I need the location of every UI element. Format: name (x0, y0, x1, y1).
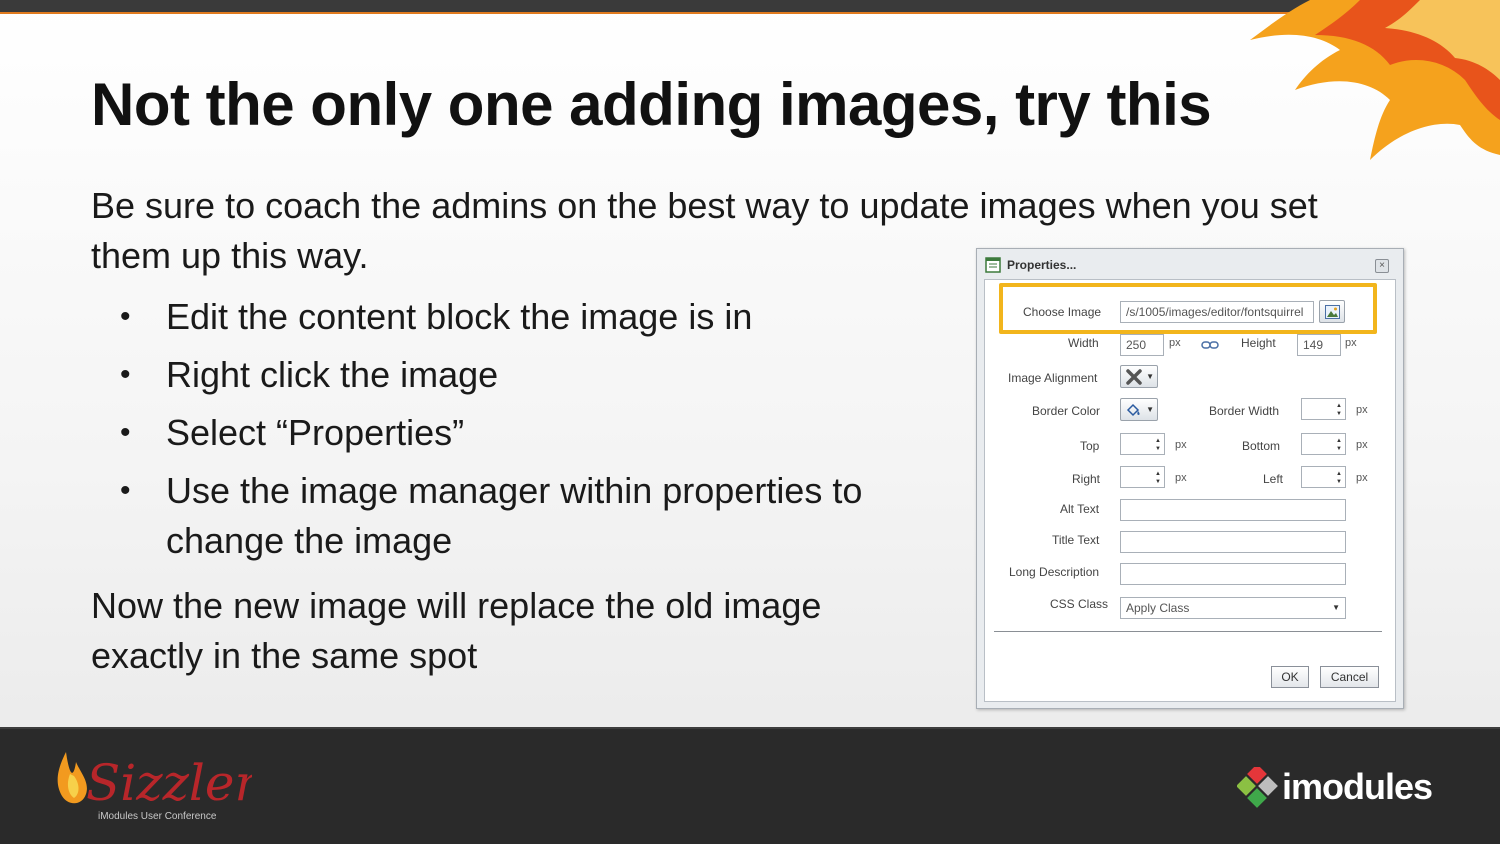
chevron-down-icon: ▼ (1146, 405, 1154, 414)
spinner-down-icon[interactable]: ▼ (1155, 479, 1161, 485)
image-alignment-picker[interactable]: ▼ (1120, 365, 1158, 388)
border-color-label: Border Color (1032, 404, 1101, 418)
width-unit: px (1169, 337, 1181, 349)
height-label: Height (1241, 336, 1276, 350)
close-icon[interactable]: × (1375, 259, 1389, 273)
right-label: Right (1072, 472, 1101, 486)
slide-title: Not the only one adding images, try this (91, 71, 1212, 138)
bullet-text: Edit the content block the image is in (166, 296, 753, 337)
spinner-down-icon[interactable]: ▼ (1336, 479, 1342, 485)
flame-decoration-icon (1250, 0, 1500, 160)
bullet-item: • Use the image manager within properties… (120, 466, 920, 566)
spinner-up-icon[interactable]: ▲ (1336, 471, 1342, 477)
height-unit: px (1345, 337, 1357, 349)
css-class-value: Apply Class (1126, 601, 1190, 615)
dialog-separator (994, 631, 1382, 632)
alt-text-label: Alt Text (1060, 502, 1100, 516)
left-unit: px (1356, 472, 1368, 484)
bullet-text: Use the image manager within properties … (166, 470, 863, 561)
spinner-up-icon[interactable]: ▲ (1155, 471, 1161, 477)
dialog-title: Properties... (1007, 258, 1077, 272)
paint-bucket-icon (1126, 403, 1140, 417)
left-spinner[interactable]: ▲ ▼ (1301, 466, 1346, 488)
spinner-up-icon[interactable]: ▲ (1336, 403, 1342, 409)
imodules-logo-icon (1237, 767, 1278, 808)
outro-text: Now the new image will replace the old i… (91, 585, 822, 676)
bottom-spinner[interactable]: ▲ ▼ (1301, 433, 1346, 455)
border-width-unit: px (1356, 404, 1368, 416)
right-spinner[interactable]: ▲ ▼ (1120, 466, 1165, 488)
properties-icon (985, 257, 1001, 273)
link-ratio-icon[interactable] (1201, 340, 1219, 350)
bottom-unit: px (1356, 439, 1368, 451)
choose-image-highlight (999, 283, 1377, 334)
bullet-item: • Edit the content block the image is in (120, 292, 920, 342)
dialog-titlebar[interactable]: Properties... × (977, 249, 1403, 279)
title-text-input[interactable] (1120, 531, 1346, 553)
long-description-label: Long Description (1009, 565, 1100, 579)
border-width-spinner[interactable]: ▲ ▼ (1301, 398, 1346, 420)
long-description-input[interactable] (1120, 563, 1346, 585)
bullet-text: Select “Properties” (166, 412, 465, 453)
bullet-text: Right click the image (166, 354, 499, 395)
sizzler-logo-text: Sizzler (86, 754, 252, 812)
spinner-up-icon[interactable]: ▲ (1155, 438, 1161, 444)
slide: Not the only one adding images, try this… (0, 0, 1500, 844)
imodules-logo-text: imodules (1282, 766, 1433, 807)
image-alignment-label: Image Alignment (1008, 371, 1098, 385)
cancel-button[interactable]: Cancel (1320, 666, 1379, 688)
css-class-label: CSS Class (1050, 597, 1109, 611)
chevron-down-icon: ▼ (1332, 603, 1340, 612)
top-unit: px (1175, 439, 1187, 451)
spinner-up-icon[interactable]: ▲ (1336, 438, 1342, 444)
width-label: Width (1068, 336, 1099, 350)
right-unit: px (1175, 472, 1187, 484)
chevron-down-icon: ▼ (1146, 372, 1154, 381)
spinner-down-icon[interactable]: ▼ (1336, 411, 1342, 417)
bullet-dot: • (120, 300, 131, 333)
title-text-label: Title Text (1052, 533, 1100, 547)
no-alignment-icon (1126, 369, 1142, 385)
top-label: Top (1080, 439, 1100, 453)
left-label: Left (1263, 472, 1284, 486)
top-spinner[interactable]: ▲ ▼ (1120, 433, 1165, 455)
bullet-list: • Edit the content block the image is in … (120, 292, 920, 574)
border-width-label: Border Width (1209, 404, 1280, 418)
css-class-select[interactable]: Apply Class ▼ (1120, 597, 1346, 619)
bullet-dot: • (120, 358, 131, 391)
bullet-dot: • (120, 416, 131, 449)
spinner-down-icon[interactable]: ▼ (1155, 446, 1161, 452)
bullet-item: • Select “Properties” (120, 408, 920, 458)
border-color-picker[interactable]: ▼ (1120, 398, 1158, 421)
ok-button[interactable]: OK (1271, 666, 1309, 688)
width-input[interactable]: 250 (1120, 334, 1164, 356)
height-input[interactable]: 149 (1297, 334, 1341, 356)
bullet-dot: • (120, 474, 131, 507)
sizzler-subtitle: iModules User Conference (98, 811, 217, 822)
alt-text-input[interactable] (1120, 499, 1346, 521)
spinner-down-icon[interactable]: ▼ (1336, 446, 1342, 452)
bullet-item: • Right click the image (120, 350, 920, 400)
bottom-label: Bottom (1242, 439, 1281, 453)
